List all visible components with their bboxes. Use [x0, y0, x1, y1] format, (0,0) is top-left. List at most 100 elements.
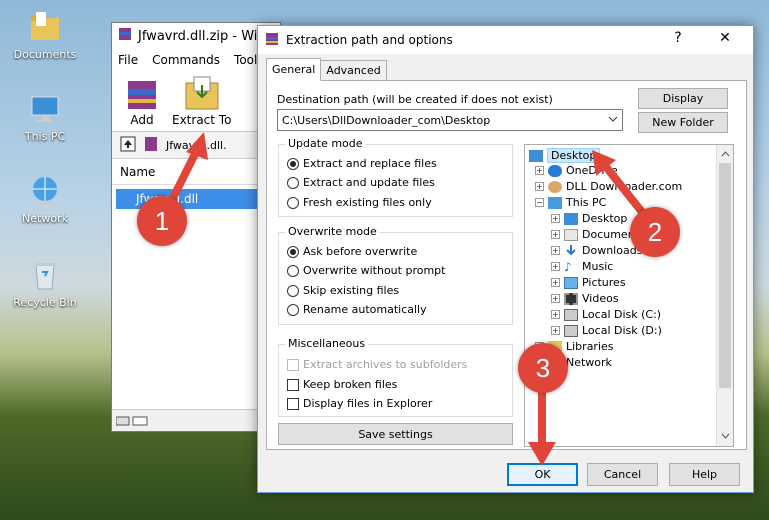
radio-button[interactable]	[287, 284, 299, 297]
dialog-titlebar[interactable]: Extraction path and options ? ✕	[258, 26, 753, 54]
tree-node-downloads[interactable]: + Downloads	[551, 244, 642, 257]
menu-file[interactable]: File	[118, 53, 138, 67]
desktop-icon-network[interactable]: Network	[5, 174, 85, 225]
videos-icon	[564, 292, 578, 305]
help-button[interactable]: Help	[669, 463, 740, 486]
tree-node-dll-downloader[interactable]: + DLL Downloader.com	[535, 180, 682, 193]
checkbox-label: Display files in Explorer	[303, 397, 433, 410]
radio-button[interactable]	[287, 264, 299, 277]
radio-extract-update[interactable]: Extract and update files	[287, 176, 435, 189]
radio-button[interactable]	[287, 176, 299, 189]
radio-rename-automatically[interactable]: Rename automatically	[287, 303, 427, 316]
computer-icon	[548, 196, 562, 209]
network-icon	[28, 174, 62, 208]
expand-icon[interactable]: +	[551, 326, 560, 335]
help-titlebar-button[interactable]: ?	[663, 30, 693, 46]
file-row[interactable]: Jfwavrd.dll	[116, 189, 266, 209]
checkbox[interactable]	[287, 397, 299, 410]
tree-node-music[interactable]: + ♪ Music	[551, 260, 613, 273]
tab-advanced[interactable]: Advanced	[320, 60, 387, 81]
ok-button[interactable]: OK	[507, 463, 578, 486]
radio-button[interactable]	[287, 157, 299, 170]
scrollbar-thumb[interactable]	[719, 163, 731, 388]
checkbox-keep-broken-files[interactable]: Keep broken files	[287, 378, 397, 391]
checkbox[interactable]	[287, 378, 299, 391]
expand-icon[interactable]: +	[551, 310, 560, 319]
winrar-titlebar[interactable]: Jfwavrd.dll.zip - Win	[112, 23, 280, 49]
tree-node-label: Videos	[582, 292, 619, 305]
folder-tree[interactable]: Desktop + OneDrive + DLL Downloader.com − T…	[524, 144, 734, 447]
desktop-icon-this-pc[interactable]: This PC	[5, 92, 85, 143]
scroll-up-icon[interactable]	[721, 148, 730, 161]
column-header-name[interactable]: Name	[112, 159, 280, 185]
expand-icon[interactable]: +	[535, 166, 544, 175]
close-icon[interactable]: ✕	[710, 30, 740, 46]
radio-label: Extract and update files	[303, 176, 435, 189]
callout-badge-3: 3	[518, 343, 568, 393]
destination-path-input[interactable]: C:\Users\DllDownloader_com\Desktop	[277, 109, 623, 131]
callout-badge-2: 2	[630, 207, 680, 257]
radio-ask-before-overwrite[interactable]: Ask before overwrite	[287, 245, 417, 258]
tree-scrollbar[interactable]	[716, 145, 733, 446]
desktop-icon	[529, 149, 543, 162]
cancel-button[interactable]: Cancel	[587, 463, 658, 486]
tree-node-this-pc[interactable]: − This PC	[535, 196, 606, 209]
user-icon	[548, 180, 562, 193]
expand-icon[interactable]: +	[551, 246, 560, 255]
radio-label: Ask before overwrite	[303, 245, 418, 258]
display-button[interactable]: Display	[638, 88, 728, 109]
tree-node-desktop[interactable]: + Desktop	[551, 212, 627, 225]
scroll-down-icon[interactable]	[721, 430, 730, 443]
desktop-icon-recycle-bin[interactable]: Recycle Bin	[5, 258, 85, 309]
cloud-icon	[548, 164, 562, 177]
radio-extract-replace[interactable]: Extract and replace files	[287, 157, 437, 170]
checkbox	[287, 358, 299, 371]
tree-node-label: Local Disk (D:)	[582, 324, 662, 337]
add-label: Add	[130, 113, 154, 127]
checkbox-display-in-explorer[interactable]: Display files in Explorer	[287, 397, 432, 410]
extract-to-button[interactable]: Extract To	[172, 75, 231, 127]
address-path: Jfwavrd.dll.	[166, 138, 227, 152]
toolbar: Add Extract To	[112, 71, 280, 131]
radio-fresh-existing[interactable]: Fresh existing files only	[287, 196, 432, 209]
menu-bar: File Commands Tools	[112, 49, 280, 71]
desktop-icon-documents[interactable]: Documents	[5, 10, 85, 61]
music-icon: ♪	[564, 259, 572, 274]
tab-general[interactable]: General	[266, 58, 322, 81]
tree-node-local-disk-c[interactable]: + Local Disk (C:)	[551, 308, 661, 321]
tree-node-local-disk-d[interactable]: + Local Disk (D:)	[551, 324, 662, 337]
radio-overwrite-without-prompt[interactable]: Overwrite without prompt	[287, 264, 445, 277]
tree-node-label: This PC	[566, 196, 607, 209]
tree-node-pictures[interactable]: + Pictures	[551, 276, 626, 289]
tree-node-onedrive[interactable]: + OneDrive	[535, 164, 618, 177]
radio-label: Skip existing files	[303, 284, 400, 297]
radio-button[interactable]	[287, 245, 299, 258]
general-panel: Destination path (will be created if doe…	[266, 80, 747, 450]
desktop-icon-label: This PC	[24, 130, 66, 143]
expand-icon[interactable]: +	[551, 294, 560, 303]
radio-button[interactable]	[287, 303, 299, 316]
tree-node-desktop-root[interactable]: Desktop	[529, 148, 601, 163]
tree-node-videos[interactable]: + Videos	[551, 292, 619, 305]
expand-icon[interactable]: +	[551, 230, 560, 239]
menu-commands[interactable]: Commands	[152, 53, 220, 67]
radio-skip-existing[interactable]: Skip existing files	[287, 284, 399, 297]
address-bar: Jfwavrd.dll.	[112, 131, 280, 159]
tree-node-label: DLL Downloader.com	[566, 180, 683, 193]
checkbox-label: Extract archives to subfolders	[303, 358, 468, 371]
expand-icon[interactable]: +	[535, 182, 544, 191]
computer-icon	[28, 92, 62, 126]
status-bar	[112, 409, 280, 431]
expand-icon[interactable]: +	[551, 278, 560, 287]
up-folder-icon[interactable]	[120, 136, 136, 155]
new-folder-button[interactable]: New Folder	[638, 112, 728, 133]
radio-label: Extract and replace files	[303, 157, 437, 170]
collapse-icon[interactable]: −	[535, 198, 544, 207]
save-settings-button[interactable]: Save settings	[278, 423, 513, 445]
checkbox-extract-to-subfolders: Extract archives to subfolders	[287, 358, 467, 371]
add-button[interactable]: Add	[122, 75, 162, 127]
radio-button[interactable]	[287, 196, 299, 209]
chevron-down-icon[interactable]	[608, 114, 618, 127]
expand-icon[interactable]: +	[551, 262, 560, 271]
expand-icon[interactable]: +	[551, 214, 560, 223]
